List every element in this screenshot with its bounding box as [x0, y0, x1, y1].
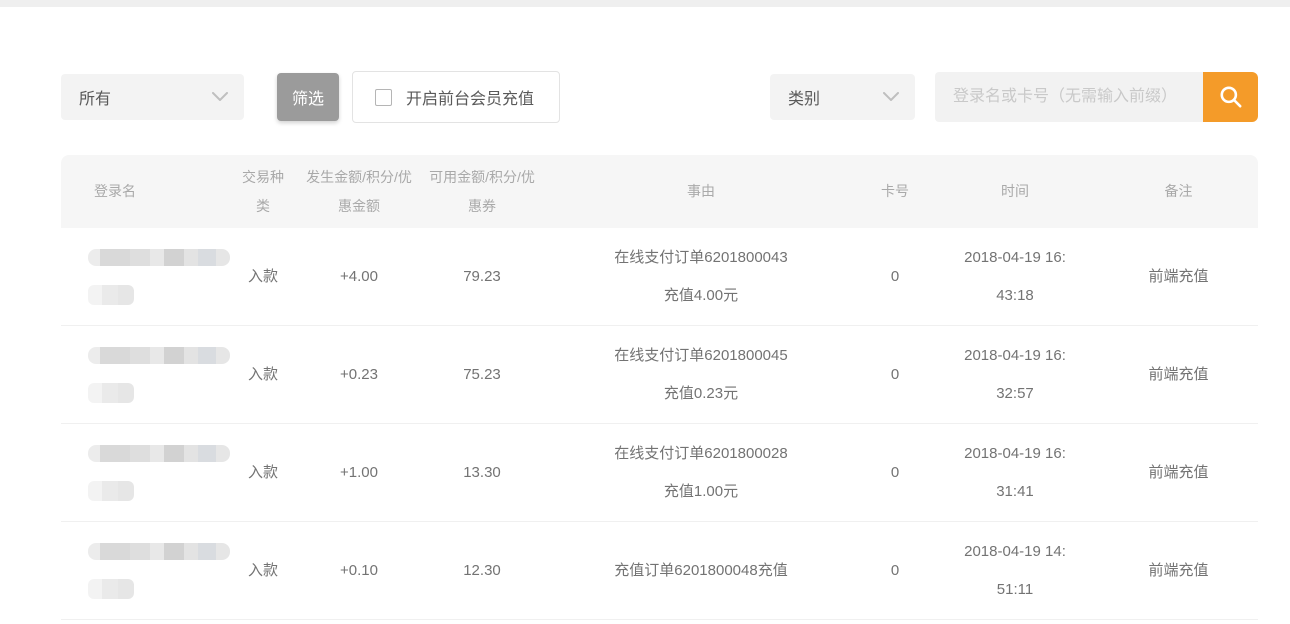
table-row: 入款 +0.10 12.30 充值订单6201800048充值 0 2018-0… [61, 522, 1258, 620]
card-number: 0 [859, 552, 931, 590]
table-row: 入款 +0.23 75.23 在线支付订单6201800045 充值0.23元 … [61, 326, 1258, 424]
search-icon [1218, 84, 1244, 110]
transaction-type: 入款 [229, 258, 297, 296]
transaction-type: 入款 [229, 356, 297, 394]
table-row: 入款 +4.00 79.23 在线支付订单6201800043 充值4.00元 … [61, 228, 1258, 326]
timestamp: 2018-04-19 14: 51:11 [931, 533, 1099, 609]
redacted-text-block [88, 579, 134, 599]
front-desk-recharge-checkbox-group[interactable]: 开启前台会员充值 [352, 71, 560, 123]
header-reason: 事由 [543, 177, 859, 206]
login-redacted [61, 445, 229, 501]
chevron-down-icon [883, 92, 899, 102]
amount-change: +0.10 [297, 552, 421, 590]
category-dropdown-value: 类别 [788, 85, 820, 109]
header-time: 时间 [931, 177, 1099, 206]
note: 前端充值 [1099, 454, 1258, 492]
header-card-number: 卡号 [859, 177, 931, 206]
header-login: 登录名 [61, 177, 229, 206]
timestamp: 2018-04-19 16: 32:57 [931, 337, 1099, 413]
redacted-text-block [88, 543, 230, 560]
scope-dropdown[interactable]: 所有 [61, 74, 244, 120]
card-number: 0 [859, 454, 931, 492]
filter-bar: 所有 筛选 开启前台会员充值 类别 [61, 71, 1258, 123]
chevron-down-icon [212, 92, 228, 102]
front-desk-recharge-checkbox[interactable] [375, 89, 392, 106]
recharge-records-panel: 所有 筛选 开启前台会员充值 类别 [61, 71, 1258, 620]
redacted-text-block [88, 383, 134, 403]
login-redacted [61, 249, 229, 305]
filter-button[interactable]: 筛选 [277, 73, 339, 121]
header-note: 备注 [1099, 177, 1258, 206]
reason: 在线支付订单6201800045 充值0.23元 [543, 337, 859, 413]
search-input[interactable] [935, 72, 1203, 122]
available-balance: 79.23 [421, 258, 543, 296]
transaction-type: 入款 [229, 454, 297, 492]
available-balance: 13.30 [421, 454, 543, 492]
reason: 充值订单6201800048充值 [543, 552, 859, 590]
header-transaction-type: 交易种 类 [229, 163, 297, 221]
reason: 在线支付订单6201800043 充值4.00元 [543, 239, 859, 315]
top-divider [0, 0, 1290, 7]
card-number: 0 [859, 356, 931, 394]
search-button[interactable] [1203, 72, 1258, 122]
scope-dropdown-value: 所有 [79, 85, 111, 109]
timestamp: 2018-04-19 16: 31:41 [931, 435, 1099, 511]
category-dropdown[interactable]: 类别 [770, 74, 915, 120]
note: 前端充值 [1099, 552, 1258, 590]
note: 前端充值 [1099, 356, 1258, 394]
available-balance: 12.30 [421, 552, 543, 590]
header-amount-change: 发生金额/积分/优 惠金额 [297, 163, 421, 221]
redacted-text-block [88, 347, 230, 364]
redacted-text-block [88, 445, 230, 462]
amount-change: +1.00 [297, 454, 421, 492]
recharge-records-table: 登录名 交易种 类 发生金额/积分/优 惠金额 可用金额/积分/优 惠券 事由 … [61, 155, 1258, 620]
card-number: 0 [859, 258, 931, 296]
search-group [935, 72, 1258, 122]
available-balance: 75.23 [421, 356, 543, 394]
amount-change: +0.23 [297, 356, 421, 394]
timestamp: 2018-04-19 16: 43:18 [931, 239, 1099, 315]
redacted-text-block [88, 481, 134, 501]
redacted-text-block [88, 249, 230, 266]
table-header-row: 登录名 交易种 类 发生金额/积分/优 惠金额 可用金额/积分/优 惠券 事由 … [61, 155, 1258, 228]
redacted-text-block [88, 285, 134, 305]
transaction-type: 入款 [229, 552, 297, 590]
amount-change: +4.00 [297, 258, 421, 296]
table-row: 入款 +1.00 13.30 在线支付订单6201800028 充值1.00元 … [61, 424, 1258, 522]
login-redacted [61, 347, 229, 403]
header-available: 可用金额/积分/优 惠券 [421, 163, 543, 221]
reason: 在线支付订单6201800028 充值1.00元 [543, 435, 859, 511]
login-redacted [61, 543, 229, 599]
front-desk-recharge-checkbox-label: 开启前台会员充值 [406, 85, 534, 109]
note: 前端充值 [1099, 258, 1258, 296]
